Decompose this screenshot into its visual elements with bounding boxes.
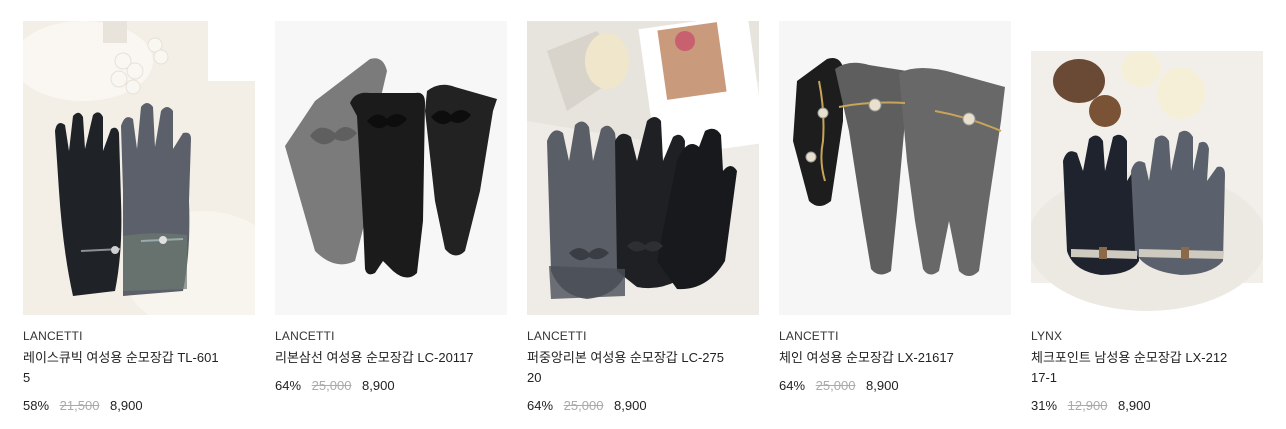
sale-price: 8,900 <box>362 378 395 393</box>
product-card[interactable]: LANCETTI 퍼중앙리본 여성용 순모장갑 LC-27520 64% 25,… <box>527 21 759 415</box>
product-brand: LANCETTI <box>23 329 83 343</box>
product-card[interactable]: LYNX 체크포인트 남성용 순모장갑 LX-21217-1 31% 12,90… <box>1031 21 1263 415</box>
product-image[interactable] <box>527 21 759 315</box>
discount-rate: 64% <box>275 378 302 393</box>
original-price: 12,900 <box>1067 398 1108 413</box>
original-price: 25,000 <box>563 398 604 413</box>
product-name[interactable]: 퍼중앙리본 여성용 순모장갑 LC-27520 <box>527 348 727 388</box>
product-name[interactable]: 리본삼선 여성용 순모장갑 LC-20117 <box>275 348 475 368</box>
gloves-lace-product-image <box>23 21 255 315</box>
product-name[interactable]: 레이스큐빅 여성용 순모장갑 TL-6015 <box>23 348 223 388</box>
product-brand: LANCETTI <box>275 329 335 343</box>
product-name[interactable]: 체인 여성용 순모장갑 LX-21617 <box>779 348 979 368</box>
product-brand: LYNX <box>1031 329 1063 343</box>
gloves-fur-ribbon-product-image <box>527 21 759 315</box>
product-price: 58% 21,500 8,900 <box>23 397 255 415</box>
product-image[interactable] <box>23 21 255 315</box>
product-image[interactable] <box>1031 21 1263 315</box>
sale-price: 8,900 <box>614 398 647 413</box>
sale-price: 8,900 <box>866 378 899 393</box>
discount-rate: 58% <box>23 398 50 413</box>
original-price: 25,000 <box>311 378 352 393</box>
original-price: 21,500 <box>59 398 100 413</box>
product-card[interactable]: LANCETTI 체인 여성용 순모장갑 LX-21617 64% 25,000… <box>779 21 1011 395</box>
sale-price: 8,900 <box>1118 398 1151 413</box>
product-price: 64% 25,000 8,900 <box>527 397 759 415</box>
sale-price: 8,900 <box>110 398 143 413</box>
product-price: 64% 25,000 8,900 <box>275 377 507 395</box>
original-price: 25,000 <box>815 378 856 393</box>
product-price: 31% 12,900 8,900 <box>1031 397 1263 415</box>
product-card[interactable]: LANCETTI 레이스큐빅 여성용 순모장갑 TL-6015 58% 21,5… <box>23 21 255 415</box>
gloves-check-point-product-image <box>1031 21 1263 315</box>
gloves-ribbon-product-image <box>275 21 507 315</box>
discount-rate: 31% <box>1031 398 1058 413</box>
discount-rate: 64% <box>779 378 806 393</box>
product-image[interactable] <box>275 21 507 315</box>
product-grid: LANCETTI 레이스큐빅 여성용 순모장갑 TL-6015 58% 21,5… <box>0 0 1286 429</box>
product-price: 64% 25,000 8,900 <box>779 377 1011 395</box>
gloves-chain-product-image <box>779 21 1011 315</box>
product-image[interactable] <box>779 21 1011 315</box>
product-brand: LANCETTI <box>779 329 839 343</box>
product-card[interactable]: LANCETTI 리본삼선 여성용 순모장갑 LC-20117 64% 25,0… <box>275 21 507 395</box>
product-brand: LANCETTI <box>527 329 587 343</box>
discount-rate: 64% <box>527 398 554 413</box>
product-name[interactable]: 체크포인트 남성용 순모장갑 LX-21217-1 <box>1031 348 1231 388</box>
